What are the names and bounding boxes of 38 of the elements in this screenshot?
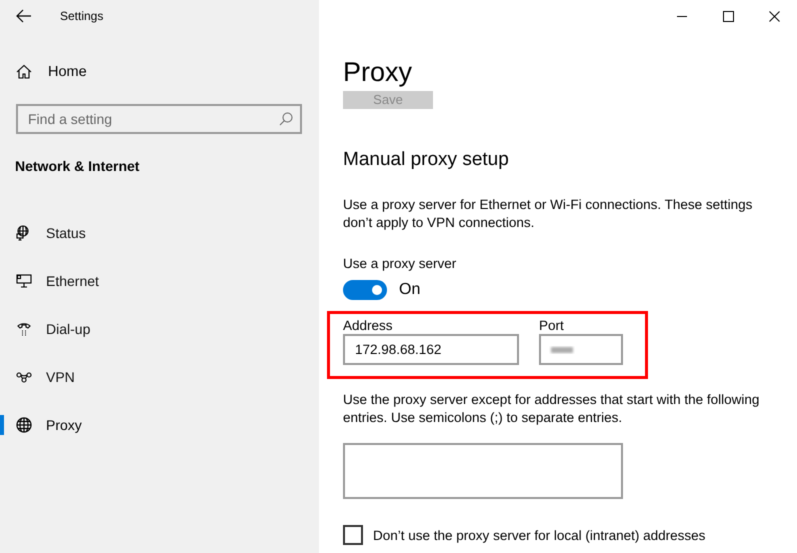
toggle-label: Use a proxy server	[343, 256, 458, 271]
phone-icon	[16, 321, 32, 337]
nav-item[interactable]: Ethernet	[0, 257, 319, 305]
page-title: Proxy	[343, 57, 414, 87]
back-arrow-icon	[16, 8, 32, 24]
nav-label: VPN	[46, 369, 75, 385]
field-label: Address	[343, 318, 394, 333]
home-nav-item[interactable]: Home	[0, 62, 319, 82]
address-field[interactable]: 172.98.68.162	[343, 334, 519, 365]
port-field[interactable]	[539, 334, 623, 365]
nav-item[interactable]: Dial-up	[0, 305, 319, 353]
nav-label: Ethernet	[46, 273, 99, 289]
nav-item[interactable]: VPN	[0, 353, 319, 401]
section-heading: Manual proxy setup	[343, 149, 510, 171]
back-button[interactable]	[16, 8, 32, 24]
home-label: Home	[48, 64, 87, 80]
nav-label: Dial-up	[46, 321, 90, 337]
home-icon	[16, 64, 32, 80]
maximize-icon	[722, 10, 734, 22]
description-text: Use the proxy server except for addresses that start with the following entries. Use semicolons (;) to separate entries.	[343, 391, 760, 427]
search-icon	[279, 112, 293, 126]
close-icon	[768, 10, 780, 22]
section-heading: Network & Internet	[14, 158, 140, 174]
globe-icon	[16, 417, 32, 433]
description-text: Use a proxy server for Ethernet or Wi-Fi connections. These settings don’t apply to VPN connections.	[343, 196, 754, 232]
monitor-icon	[16, 273, 32, 289]
search-field[interactable]: Find a setting	[16, 104, 302, 134]
nav-label: Proxy	[46, 417, 82, 433]
toggle-state: On	[399, 281, 420, 299]
checkbox[interactable]	[343, 525, 363, 545]
nav-item[interactable]: Status	[0, 209, 319, 257]
nav-label: Status	[46, 225, 86, 241]
toggle-switch[interactable]	[343, 280, 387, 300]
checkbox-label: Don’t use the proxy server for local (intranet) addresses	[373, 528, 706, 542]
field-label: Port	[539, 318, 565, 333]
nav-item[interactable]: Proxy	[0, 401, 319, 449]
exceptions-field[interactable]	[343, 443, 623, 499]
window-title: Settings	[60, 9, 104, 23]
